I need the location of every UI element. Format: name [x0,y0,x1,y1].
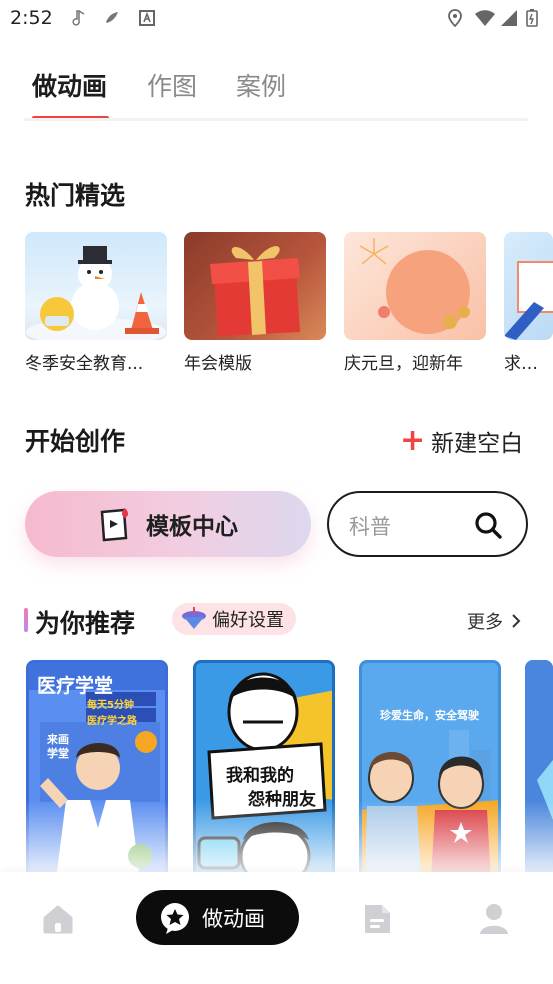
section-accent-bar [24,608,28,632]
card-headline: 我和我的 [226,766,294,786]
new-blank-button[interactable]: + 新建空白 [400,424,523,458]
status-bar: 2:52 [0,0,553,38]
card-headline: 医疗学堂 [37,675,114,697]
snowman-illustration [26,246,166,340]
card-tag: 来画学堂 [47,733,69,760]
tabs-divider [24,118,528,121]
spinning-top-icon [182,607,206,629]
hot-section-title: 热门精选 [25,181,126,210]
battery-icon [526,9,538,27]
wifi-icon [475,10,495,26]
hot-card[interactable]: 年会模版 [184,232,326,374]
location-icon [448,9,462,27]
hot-card-title: 年会模版 [184,354,252,374]
hot-thumbnail [504,232,553,340]
tab-animation[interactable]: 做动画 [32,67,107,103]
template-center-button[interactable]: 模板中心 [25,491,311,557]
new-blank-label: 新建空白 [431,431,524,457]
card-subline: 每天5分钟 [87,700,134,711]
nav-animation-label: 做动画 [202,906,265,931]
preference-label: 偏好设置 [212,610,284,631]
hot-card[interactable]: 求职招 [504,232,553,374]
music-note-icon [72,10,85,26]
template-center-label: 模板中心 [146,514,238,540]
profile-icon[interactable] [477,902,511,936]
plus-icon: + [400,423,426,458]
bottom-nav: 做动画 [0,872,553,984]
template-icon [100,508,128,542]
tab-cases[interactable]: 案例 [236,67,286,103]
search-input[interactable]: 科普 [327,491,528,557]
recommend-section-title: 为你推荐 [35,609,136,638]
star-bubble-icon [161,902,189,934]
create-section-title: 开始创作 [25,427,126,456]
scroll-fade [0,800,553,872]
tab-drawing[interactable]: 作图 [147,67,197,103]
preference-settings-button[interactable]: 偏好设置 [172,603,296,635]
chevron-right-icon [512,614,521,628]
top-tabs: 做动画 作图 案例 [0,60,553,120]
search-placeholder: 科普 [349,515,391,539]
hot-card-title: 求职招 [504,354,553,374]
hot-thumbnail [344,232,486,340]
hot-card-title: 冬季安全教育... [25,354,144,374]
keyboard-icon [139,10,155,26]
home-icon[interactable] [41,902,75,936]
hot-thumbnail [25,232,167,340]
nav-animation-button[interactable]: 做动画 [136,890,299,945]
signal-icon [501,10,517,26]
more-link[interactable]: 更多 [467,608,523,634]
search-icon[interactable] [473,510,503,540]
hot-card-title: 庆元旦，迎新年 [344,354,463,374]
hot-card[interactable]: 冬季安全教育... [25,232,167,374]
card-headline: 珍爱生命，安全驾驶 [380,709,479,722]
hot-thumbnail [184,232,326,340]
hot-card[interactable]: 庆元旦，迎新年 [344,232,486,374]
document-icon[interactable] [360,902,394,936]
new-year-illustration [359,238,470,334]
app-icon [106,12,118,23]
status-time: 2:52 [10,7,53,29]
job-illustration [504,261,553,340]
more-label: 更多 [467,612,503,633]
card-subline: 医疗学之路 [87,716,137,727]
gift-box-illustration [210,246,300,336]
